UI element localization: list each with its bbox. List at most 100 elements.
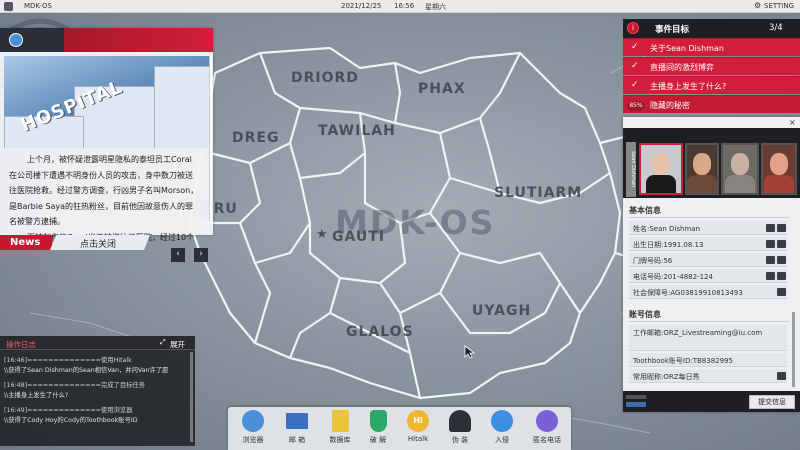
portrait-contact[interactable] bbox=[761, 143, 797, 195]
dock-database[interactable]: 数据库 bbox=[321, 410, 359, 450]
doc-icon[interactable] bbox=[777, 240, 786, 248]
submit-info-button[interactable]: 提交信息 bbox=[749, 395, 795, 409]
log-entry: [16:49]==============使用浏览器 \\获得了Cody Hoy… bbox=[4, 406, 184, 426]
field-house-number: 门牌号码:56 bbox=[633, 257, 673, 265]
region-label-glalos[interactable]: GLALOS bbox=[346, 324, 414, 340]
region-label-phax[interactable]: PHAX bbox=[418, 81, 466, 97]
globe-icon bbox=[9, 33, 23, 47]
avatar bbox=[770, 153, 788, 175]
info-field[interactable]: Toothbook账号ID:TB8382995 bbox=[629, 353, 787, 367]
os-logo-icon bbox=[4, 2, 13, 11]
news-scrollbar[interactable] bbox=[209, 56, 212, 221]
objective-item[interactable]: 85% 隐藏的秘密 bbox=[623, 95, 800, 113]
field-work-email: 工作邮箱:ORZ_Livestreaming@iu.com bbox=[633, 329, 763, 337]
doc-icon[interactable] bbox=[777, 256, 786, 264]
log-entry: [16:48]==============完成了目标任务 \\主播身上发生了什么… bbox=[4, 381, 184, 401]
dock-browser[interactable]: 浏览器 bbox=[234, 410, 272, 450]
doc-icon[interactable] bbox=[766, 240, 775, 248]
info-field[interactable]: 工作邮箱:ORZ_Livestreaming@iu.com bbox=[629, 325, 787, 351]
portrait-contact[interactable] bbox=[721, 143, 759, 195]
log-entry-text: \\获得了Cody Hoy的Cody的Toothbook账号ID bbox=[4, 417, 138, 424]
news-bar: News 点击关闭 bbox=[0, 235, 213, 250]
dock-label: 匿名电话 bbox=[533, 436, 561, 444]
dock-disguise[interactable]: 伪 装 bbox=[441, 410, 479, 450]
objectives-panel: i 事件目标 3/4 ✓ 关于Sean Dishman ✓ 直播间的激烈博弈 ✓… bbox=[623, 19, 800, 115]
objective-text: 隐藏的秘密 bbox=[650, 101, 690, 110]
dock-label: 入侵 bbox=[495, 436, 509, 444]
phone-icon bbox=[536, 410, 558, 432]
info-field[interactable]: 出生日期:1991.08.13 bbox=[629, 237, 787, 251]
expand-icon[interactable]: ⤢ bbox=[160, 338, 166, 347]
news-next-button[interactable]: › bbox=[194, 248, 208, 262]
check-icon: ✓ bbox=[631, 61, 639, 71]
news-close-label[interactable]: 点击关闭 bbox=[80, 237, 116, 250]
close-icon[interactable]: × bbox=[789, 118, 796, 127]
doc-icon[interactable] bbox=[766, 272, 775, 280]
setting-button[interactable]: SETTING bbox=[764, 2, 794, 10]
field-ssn: 社会保障号:AG03819910813493 bbox=[633, 289, 743, 297]
news-tag: News bbox=[0, 235, 52, 250]
mdk-os-watermark: MDK-OS bbox=[335, 203, 496, 242]
doc-icon[interactable] bbox=[777, 372, 786, 380]
objective-text: 主播身上发生了什么? bbox=[650, 82, 727, 91]
info-field[interactable]: 门牌号码:56 bbox=[629, 253, 787, 267]
region-label-dreg[interactable]: DREG bbox=[232, 130, 279, 146]
dock-hack[interactable]: 入侵 bbox=[483, 410, 521, 450]
os-name: MDK-OS bbox=[24, 2, 52, 10]
region-label-driord[interactable]: DRIORD bbox=[291, 70, 359, 86]
dock-hitalk[interactable]: Hi Hitalk bbox=[399, 410, 437, 450]
log-title: 操作日志 bbox=[6, 340, 36, 349]
gear-icon[interactable]: ⚙ bbox=[754, 1, 761, 10]
objective-progress: 85% bbox=[627, 101, 645, 111]
dock-mail[interactable]: 邮 箱 bbox=[278, 410, 316, 450]
hack-icon bbox=[491, 410, 513, 432]
info-field[interactable]: 社会保障号:AG03819910813493 bbox=[629, 285, 787, 299]
log-scrollbar[interactable] bbox=[190, 352, 193, 442]
portrait-contact[interactable] bbox=[685, 143, 719, 195]
objective-text: 关于Sean Dishman bbox=[650, 44, 724, 53]
avatar-body bbox=[687, 175, 717, 193]
region-label-tawilah[interactable]: TAWILAH bbox=[318, 123, 396, 139]
dock-label: 浏览器 bbox=[242, 436, 264, 444]
info-field[interactable]: 电话号码:201-4882-124 bbox=[629, 269, 787, 283]
doc-icon[interactable] bbox=[777, 288, 786, 296]
objectives-header[interactable]: i 事件目标 3/4 bbox=[623, 19, 800, 38]
top-system-bar: MDK-OS 2021/12/25 16:56 星期六 ⚙ SETTING bbox=[0, 0, 800, 13]
dock-anon-call[interactable]: 匿名电话 bbox=[526, 410, 568, 450]
log-entry-text: \\主播身上发生了什么? bbox=[4, 392, 69, 399]
log-entry: [16:46]==============使用Hitalk \\获得了Sean … bbox=[4, 356, 184, 376]
app-dock: 浏览器 邮 箱 数据库 破 解 Hi Hitalk 伪 装 入侵 匿名电话 bbox=[228, 407, 571, 450]
mail-icon bbox=[286, 413, 308, 429]
info-field[interactable]: 姓名:Sean Dishman bbox=[629, 221, 787, 235]
info-field[interactable]: 常用昵称:ORZ每日秀 bbox=[629, 369, 787, 383]
log-expand-button[interactable]: 展开 bbox=[170, 339, 185, 350]
dock-crack[interactable]: 破 解 bbox=[359, 410, 397, 450]
field-birthdate: 出生日期:1991.08.13 bbox=[633, 241, 704, 249]
doc-icon[interactable] bbox=[777, 224, 786, 232]
objective-item[interactable]: ✓ 关于Sean Dishman bbox=[623, 38, 800, 56]
dock-label: 数据库 bbox=[329, 436, 351, 444]
refresh-icon[interactable] bbox=[766, 224, 775, 232]
log-entry-timestamp: [16:46]==============使用Hitalk bbox=[4, 357, 132, 364]
region-label-slutiarm[interactable]: SLUTIARM bbox=[494, 185, 582, 201]
system-date: 2021/12/25 bbox=[341, 2, 382, 10]
news-paragraph: 上个月，被怀疑泄露明星隐私的泰坦员工Coral在公司楼下遭遇不明身份人员的攻击，… bbox=[9, 155, 199, 226]
profile-scrollbar[interactable] bbox=[792, 312, 795, 387]
avatar-body bbox=[764, 175, 794, 193]
region-label-uyagh[interactable]: UYAGH bbox=[472, 303, 531, 319]
objective-item[interactable]: ✓ 直播间的激烈博弈 bbox=[623, 57, 800, 75]
news-header bbox=[0, 28, 213, 52]
log-entry-timestamp: [16:49]==============使用浏览器 bbox=[4, 407, 133, 414]
portrait-sean-dishman[interactable] bbox=[639, 143, 683, 195]
profile-panel: × Sean Dishman 基本信息 姓名:Sean Dishman 出生日期… bbox=[623, 117, 800, 412]
objective-item[interactable]: ✓ 主播身上发生了什么? bbox=[623, 76, 800, 94]
mini-status-bar bbox=[626, 395, 646, 399]
objective-text: 直播间的激烈博弈 bbox=[650, 63, 714, 72]
avatar bbox=[652, 153, 670, 175]
doc-icon[interactable] bbox=[766, 256, 775, 264]
news-prev-button[interactable]: ‹ bbox=[171, 248, 185, 262]
browser-icon bbox=[242, 410, 264, 432]
doc-icon[interactable] bbox=[777, 272, 786, 280]
field-nickname: 常用昵称:ORZ每日秀 bbox=[633, 373, 700, 381]
system-time: 16:56 bbox=[394, 2, 415, 10]
